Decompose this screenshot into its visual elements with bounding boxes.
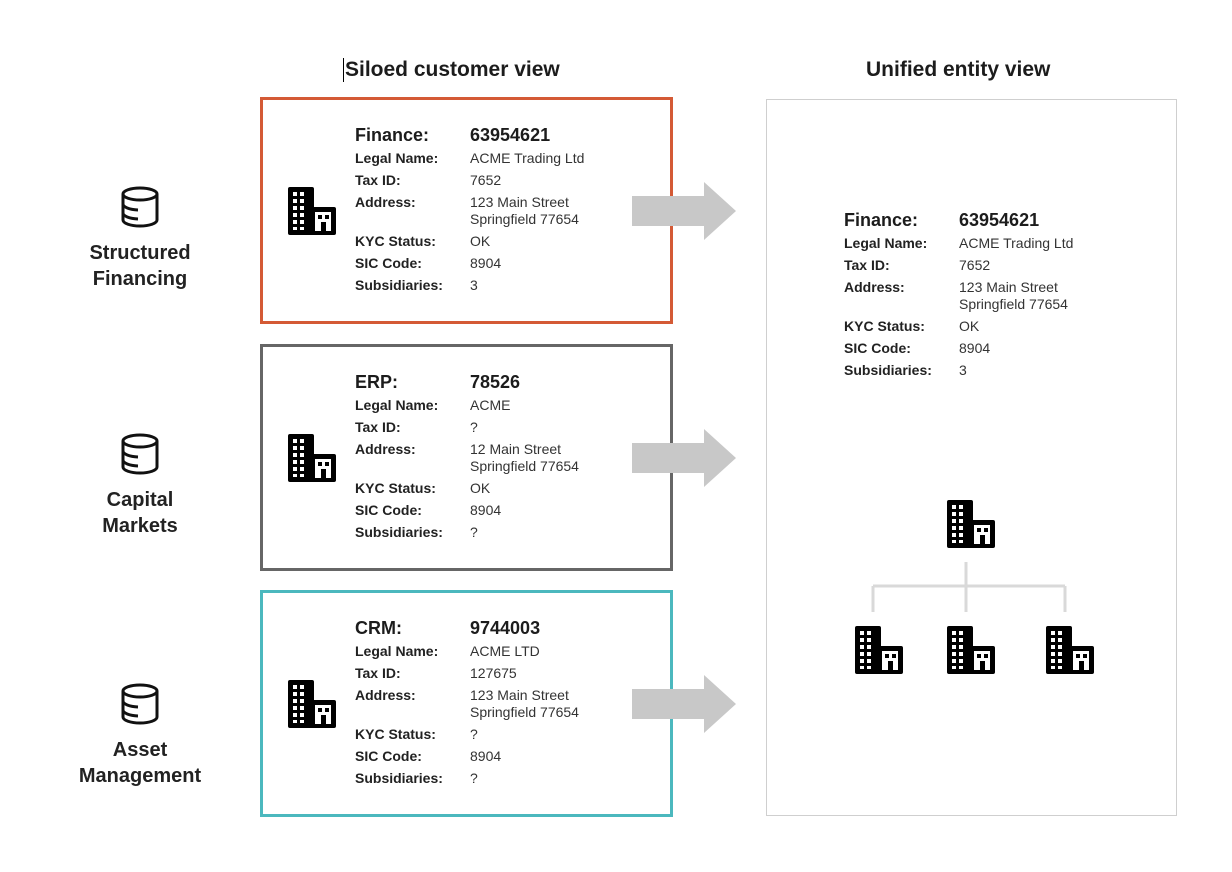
field-label: KYC Status: xyxy=(844,318,925,334)
finance-record: Finance: 63954621 Legal Name: ACME Trading… xyxy=(355,126,584,300)
field-label: SIC Code: xyxy=(844,340,911,356)
database-icon xyxy=(121,186,159,228)
address-line: 123 Main Street xyxy=(470,687,569,703)
field-label: Subsidiaries: xyxy=(355,277,443,293)
subsidiaries-value: 3 xyxy=(470,277,478,293)
subsidiary-building-icon xyxy=(947,626,995,674)
kyc-status-value: OK xyxy=(470,233,491,249)
arrow-right-icon xyxy=(632,429,736,487)
source-label-line: Markets xyxy=(102,515,178,537)
field-label: Address: xyxy=(844,279,905,295)
subsidiaries-value: ? xyxy=(470,770,478,786)
kyc-status-value: ? xyxy=(470,726,478,742)
address-line: 12 Main Street xyxy=(470,441,562,457)
legal-name-value: ACME Trading Ltd xyxy=(470,150,585,166)
source-label: Capital Markets xyxy=(60,487,220,539)
address-value: 12 Main Street Springfield 77654 xyxy=(470,442,579,473)
system-id: 63954621 xyxy=(470,125,551,145)
address-value: 123 Main Street Springfield 77654 xyxy=(470,195,579,226)
address-line: 123 Main Street xyxy=(959,279,1058,295)
subsidiary-building-icon xyxy=(855,626,903,674)
source-label-line: Management xyxy=(78,765,202,787)
source-label-line: Asset xyxy=(112,739,168,761)
address-value: 123 Main Street Springfield 77654 xyxy=(959,280,1068,311)
tax-id-value: ? xyxy=(470,419,478,435)
field-label: SIC Code: xyxy=(355,502,422,518)
source-capital-markets: Capital Markets xyxy=(60,433,220,539)
field-label: Legal Name: xyxy=(355,397,439,413)
source-label: Asset Management xyxy=(60,737,220,789)
tax-id-value: 7652 xyxy=(470,172,502,188)
field-label: Subsidiaries: xyxy=(844,362,932,378)
sic-code-value: 8904 xyxy=(959,340,991,356)
building-icon xyxy=(288,680,336,728)
crm-record: CRM: 9744003 Legal Name: ACME LTD Tax ID: 1… xyxy=(355,619,579,793)
address-line: Springfield 77654 xyxy=(470,211,579,227)
sic-code-value: 8904 xyxy=(470,255,502,271)
field-label: Legal Name: xyxy=(844,235,928,251)
field-label: KYC Status: xyxy=(355,233,436,249)
address-value: 123 Main Street Springfield 77654 xyxy=(470,688,579,719)
tree-connector-lines xyxy=(871,562,1067,612)
field-label: KYC Status: xyxy=(355,480,436,496)
source-structured-financing: Structured Financing xyxy=(60,186,220,292)
subsidiaries-value: ? xyxy=(470,524,478,540)
source-asset-management: Asset Management xyxy=(60,683,220,789)
field-label: Tax ID: xyxy=(355,419,401,435)
parent-building-icon xyxy=(947,500,995,548)
source-label: Structured Financing xyxy=(60,240,220,292)
arrow-right-icon xyxy=(632,182,736,240)
field-label: SIC Code: xyxy=(355,748,422,764)
field-label: Tax ID: xyxy=(355,172,401,188)
source-label-line: Capital xyxy=(106,489,174,511)
legal-name-value: ACME xyxy=(470,397,511,413)
field-label: Legal Name: xyxy=(355,643,439,659)
arrow-right-icon xyxy=(632,675,736,733)
field-label: Tax ID: xyxy=(844,257,890,273)
address-line: Springfield 77654 xyxy=(470,458,579,474)
address-line: Springfield 77654 xyxy=(470,704,579,720)
system-label: ERP: xyxy=(355,372,399,392)
unified-view-title: Unified entity view xyxy=(866,58,1051,81)
siloed-view-title: Siloed customer view xyxy=(345,58,560,81)
building-icon xyxy=(288,434,336,482)
subsidiary-building-icon xyxy=(1046,626,1094,674)
sic-code-value: 8904 xyxy=(470,502,502,518)
legal-name-value: ACME LTD xyxy=(470,643,540,659)
unified-entity-panel xyxy=(766,99,1177,816)
field-label: Address: xyxy=(355,194,416,210)
system-label: Finance: xyxy=(355,125,430,145)
system-label: CRM: xyxy=(355,618,402,638)
erp-record: ERP: 78526 Legal Name: ACME Tax ID:? Addre… xyxy=(355,373,579,547)
field-label: Address: xyxy=(355,441,416,457)
field-label: KYC Status: xyxy=(355,726,436,742)
field-label: SIC Code: xyxy=(355,255,422,271)
sic-code-value: 8904 xyxy=(470,748,502,764)
database-icon xyxy=(121,683,159,725)
database-icon xyxy=(121,433,159,475)
source-label-line: Financing xyxy=(92,268,188,290)
system-id: 9744003 xyxy=(470,618,541,638)
field-label: Subsidiaries: xyxy=(355,770,443,786)
system-id: 63954621 xyxy=(959,210,1040,230)
system-id: 78526 xyxy=(470,372,521,392)
field-label: Subsidiaries: xyxy=(355,524,443,540)
field-label: Tax ID: xyxy=(355,665,401,681)
field-label: Legal Name: xyxy=(355,150,439,166)
subsidiaries-value: 3 xyxy=(959,362,967,378)
kyc-status-value: OK xyxy=(959,318,980,334)
text-cursor xyxy=(343,58,344,82)
field-label: Address: xyxy=(355,687,416,703)
building-icon xyxy=(288,187,336,235)
tax-id-value: 7652 xyxy=(959,257,991,273)
address-line: Springfield 77654 xyxy=(959,296,1068,312)
unified-record: Finance: 63954621 Legal Name: ACME Trading… xyxy=(844,211,1073,385)
system-label: Finance: xyxy=(844,210,919,230)
address-line: 123 Main Street xyxy=(470,194,569,210)
source-label-line: Structured xyxy=(89,242,191,264)
legal-name-value: ACME Trading Ltd xyxy=(959,235,1074,251)
kyc-status-value: OK xyxy=(470,480,491,496)
tax-id-value: 127675 xyxy=(470,665,517,681)
